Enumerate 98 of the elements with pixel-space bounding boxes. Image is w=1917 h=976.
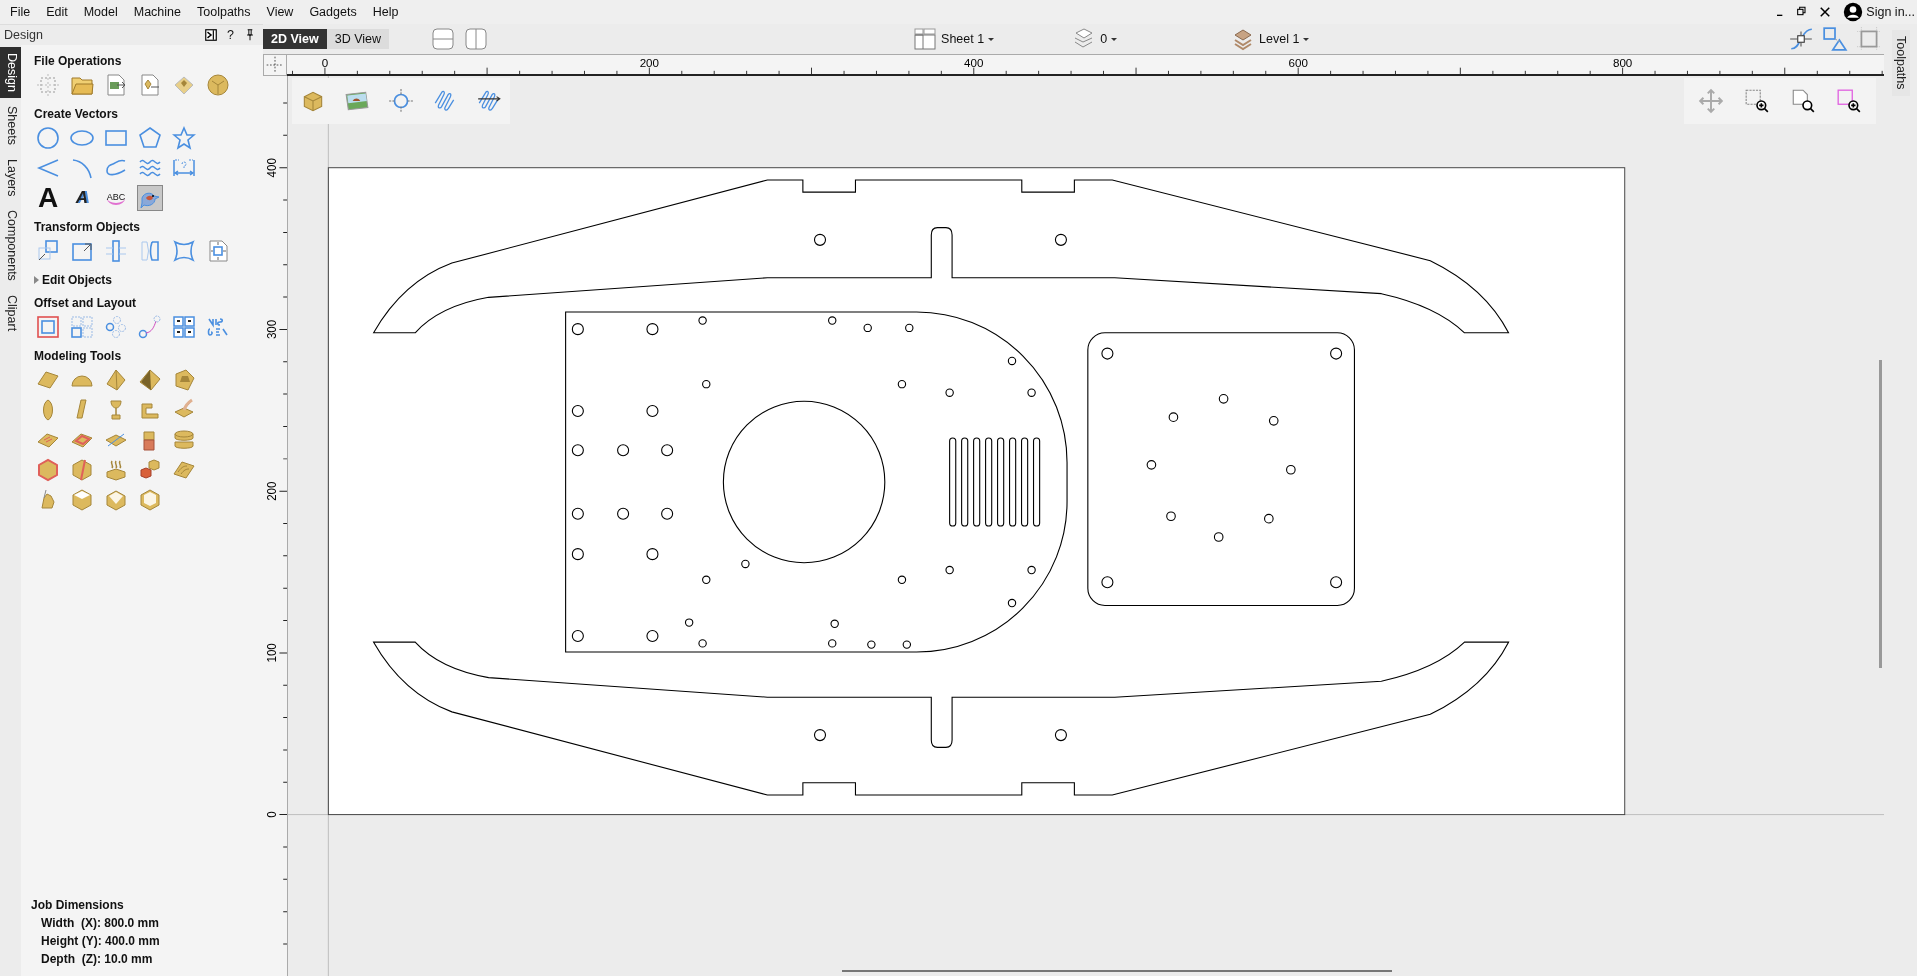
side-tab[interactable]: Toolpaths	[1891, 30, 1910, 96]
help-button[interactable]: ?	[227, 28, 234, 42]
zoom-page-icon[interactable]	[1790, 88, 1816, 114]
sheet-icon	[913, 27, 938, 51]
job-dimension-text: Height (Y): 400.0 mm	[40, 933, 161, 950]
menu-item[interactable]: View	[258, 5, 302, 19]
job-dimension-text: Width (X): 800.0 mm	[40, 915, 160, 932]
scatter-icon[interactable]	[206, 315, 230, 339]
menu-item[interactable]: Edit	[38, 5, 76, 19]
node-icon[interactable]	[388, 88, 414, 114]
menu-item[interactable]: Toolpaths	[189, 5, 259, 19]
console-icon[interactable]	[204, 28, 219, 42]
text-tool-button[interactable]: A	[75, 186, 89, 210]
ruler-label: 300	[264, 319, 279, 340]
panel-title: Design	[4, 28, 43, 42]
offset-square-icon[interactable]	[36, 315, 60, 339]
ruler-label: 400	[264, 158, 279, 178]
plate-drawing[interactable]	[565, 311, 1068, 653]
caret-icon	[988, 37, 995, 41]
bracket-drawing[interactable]	[373, 179, 1510, 334]
fleur-arrow-icon[interactable]	[138, 73, 162, 97]
ruler-label: 200	[264, 481, 279, 501]
section-title: Create Vectors	[34, 107, 119, 121]
section-title[interactable]: Edit Objects	[42, 273, 112, 287]
grid-array-icon[interactable]	[70, 315, 94, 339]
ruler-label: 100	[264, 643, 279, 663]
section-title: Transform Objects	[34, 220, 141, 234]
caret-icon	[1303, 37, 1310, 41]
ruler-label: 800	[1612, 57, 1633, 69]
scrollbar[interactable]	[842, 970, 1392, 972]
ruler-label: 0	[264, 811, 279, 818]
shapes-icon[interactable]	[1822, 26, 1848, 52]
polyline-icon[interactable]	[36, 156, 60, 180]
section-title: File Operations	[34, 54, 122, 68]
dotted-square-icon[interactable]	[36, 73, 60, 97]
squiggle-arrows-icon[interactable]	[476, 88, 502, 114]
pyramid-icon[interactable]	[104, 368, 128, 392]
nesting-grid-icon[interactable]	[172, 315, 196, 339]
text-tool-button[interactable]: A	[37, 185, 59, 211]
ruler-label: 600	[1288, 57, 1308, 69]
bird-icon[interactable]	[138, 186, 162, 210]
plate-drawing[interactable]	[1087, 332, 1355, 607]
zoom-selection-icon[interactable]	[1836, 88, 1862, 114]
picture-arrow-icon[interactable]	[104, 73, 128, 97]
menu-item[interactable]: File	[2, 5, 39, 19]
distort-icon[interactable]	[172, 239, 196, 263]
view-tab[interactable]: 2D View	[263, 29, 327, 49]
circle-icon[interactable]	[36, 126, 60, 150]
side-tab[interactable]: Design	[0, 47, 21, 98]
dropdown[interactable]: Level 1	[1231, 27, 1310, 51]
pan-icon[interactable]	[1698, 88, 1724, 114]
sphere-icon[interactable]	[206, 73, 230, 97]
text-tool-button[interactable]: ABC	[106, 191, 126, 205]
ruler-label: 200	[639, 57, 660, 69]
gem-icon[interactable]	[172, 368, 196, 392]
hollow-cube-icon[interactable]	[138, 488, 162, 512]
job-dimension-text: Depth (Z): 10.0 mm	[40, 951, 154, 968]
move-icon[interactable]	[36, 239, 60, 263]
split-vertical-icon[interactable]	[464, 27, 489, 51]
align-icon[interactable]	[104, 239, 128, 263]
contour-tile-icon[interactable]	[172, 458, 196, 482]
ruler-label: 400	[964, 57, 984, 69]
star-icon[interactable]	[172, 126, 196, 150]
section-title: Modeling Tools	[34, 349, 122, 363]
inset-cube-icon[interactable]	[104, 488, 128, 512]
section-title: Offset and Layout	[34, 296, 136, 310]
view-tab[interactable]: 3D View	[326, 29, 390, 49]
bracket-drawing[interactable]	[373, 641, 1510, 796]
arc-icon[interactable]	[70, 156, 94, 180]
expand-arrow-icon[interactable]	[34, 276, 39, 284]
disc-stack-icon[interactable]	[172, 428, 196, 452]
cube-icon[interactable]	[36, 458, 60, 482]
job-dimensions-title: Job Dimensions	[31, 897, 125, 914]
user-icon	[1843, 2, 1864, 22]
grid-square-icon[interactable]	[1856, 26, 1882, 52]
zoom-box-icon[interactable]	[1744, 88, 1770, 114]
menu-item[interactable]: Model	[75, 5, 126, 19]
open-cube-icon[interactable]	[70, 488, 94, 512]
menu-item[interactable]: Machine	[125, 5, 189, 19]
menu-item[interactable]: Help	[364, 5, 407, 19]
tile-icon[interactable]	[36, 368, 60, 392]
mirror-icon[interactable]	[138, 239, 162, 263]
snap-icon[interactable]	[1788, 26, 1814, 52]
menu-item[interactable]: Gadgets	[301, 5, 365, 19]
path-array-icon[interactable]	[138, 315, 162, 339]
dropdown[interactable]: Sheet 1	[913, 27, 995, 51]
split-horizontal-icon[interactable]	[431, 27, 456, 51]
caret-icon	[1111, 37, 1118, 41]
sign-in-button[interactable]: Sign in...	[1843, 2, 1915, 22]
center-icon[interactable]	[206, 239, 230, 263]
split-cube-icon[interactable]	[70, 458, 94, 482]
circle-array-icon[interactable]	[104, 315, 128, 339]
dropdown[interactable]: 0	[1072, 27, 1118, 51]
ruler-label: 0	[321, 57, 329, 69]
scrollbar[interactable]	[1879, 360, 1882, 668]
steam-block-icon[interactable]	[104, 458, 128, 482]
pentagon-icon[interactable]	[138, 126, 162, 150]
pyramid-icon[interactable]	[138, 368, 162, 392]
